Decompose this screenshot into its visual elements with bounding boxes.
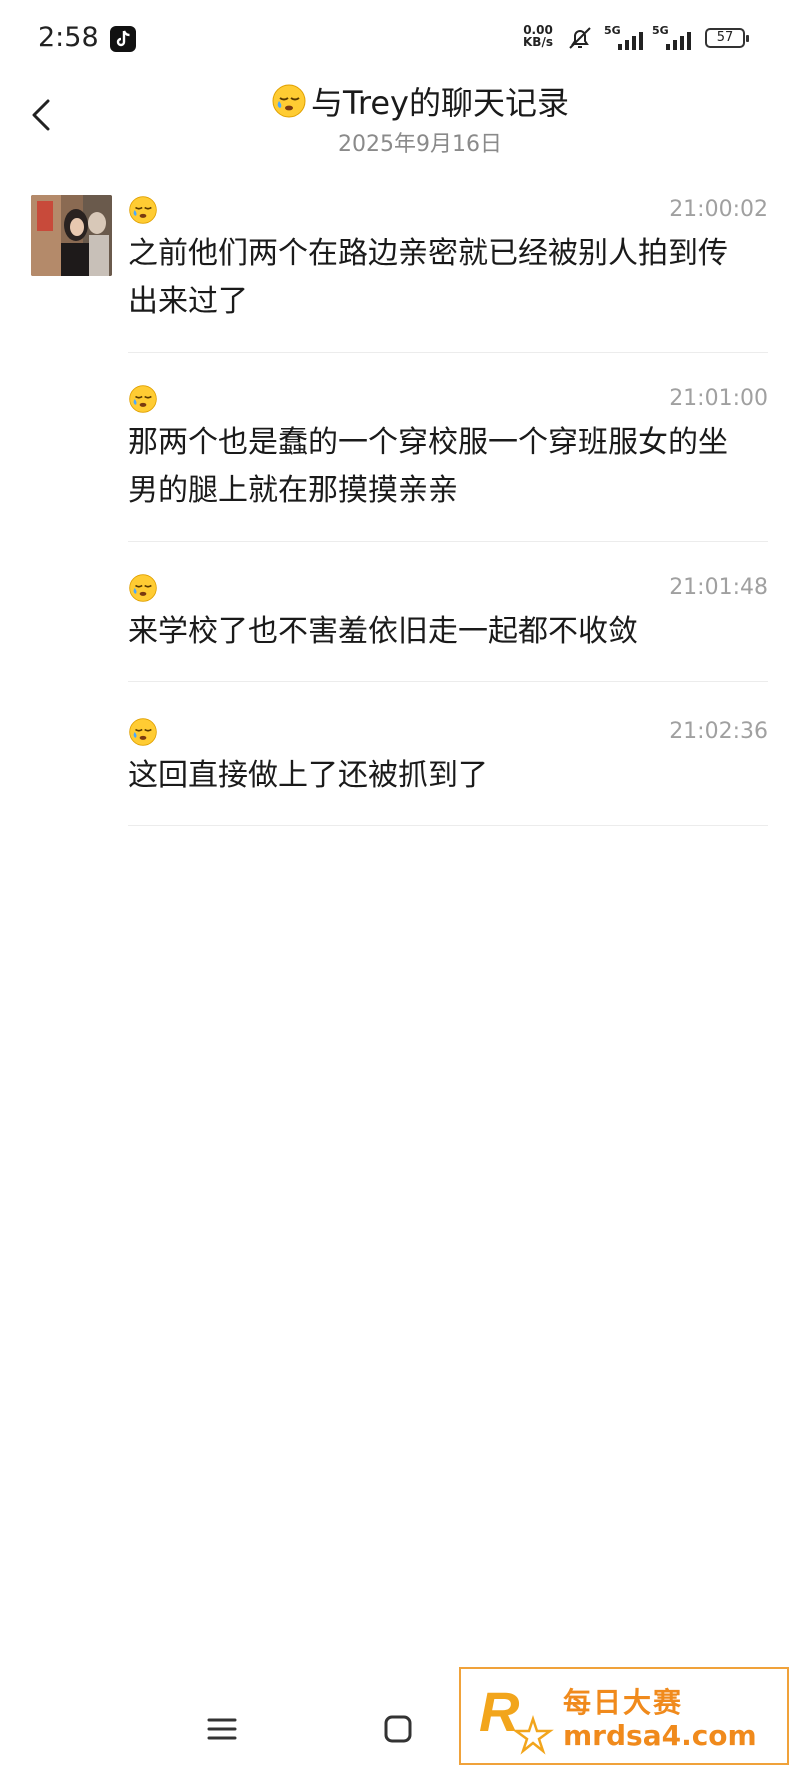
home-button[interactable] [381, 1712, 415, 1750]
message-item[interactable]: 21:01:00 那两个也是蠢的一个穿校服一个穿班服女的坐男的腿上就在那摸摸亲亲 [128, 384, 768, 514]
chat-date: 2025年9月16日 [338, 132, 502, 157]
message-time: 21:01:48 [669, 575, 768, 600]
tiktok-icon [110, 26, 136, 52]
network-speed-unit: KB/s [523, 35, 553, 49]
divider [128, 825, 768, 826]
divider [128, 681, 768, 682]
home-icon [384, 1715, 412, 1743]
watermark-url: mrdsa4.com [563, 1719, 757, 1752]
watermark-title: 每日大赛 [563, 1686, 684, 1719]
svg-text:R: R [479, 1680, 520, 1743]
message-item[interactable]: 21:01:48 来学校了也不害羞依旧走一起都不收敛 [128, 573, 768, 663]
message-text: 这回直接做上了还被抓到了 [128, 758, 488, 793]
avatar[interactable] [31, 195, 112, 276]
bell-off-icon [566, 24, 594, 56]
sleepy-face-emoji-icon [129, 196, 157, 224]
menu-button[interactable] [205, 1712, 239, 1750]
sleepy-face-emoji-icon [272, 84, 306, 118]
battery-indicator: 57 [705, 28, 749, 48]
message-time: 21:02:36 [669, 719, 768, 744]
message-text: 之前他们两个在路边亲密就已经被别人拍到传出来过了 [128, 236, 728, 319]
message-time: 21:01:00 [669, 386, 768, 411]
message-text: 那两个也是蠢的一个穿校服一个穿班服女的坐男的腿上就在那摸摸亲亲 [128, 425, 728, 508]
message-item[interactable]: 21:02:36 这回直接做上了还被抓到了 [128, 717, 768, 807]
sleepy-face-emoji-icon [129, 574, 157, 602]
menu-icon [207, 1718, 237, 1740]
message-text: 来学校了也不害羞依旧走一起都不收敛 [128, 614, 638, 649]
message-item[interactable]: 21:00:02 之前他们两个在路边亲密就已经被别人拍到传出来过了 [128, 195, 768, 325]
watermark-logo: R [479, 1680, 554, 1755]
sleepy-face-emoji-icon [129, 385, 157, 413]
divider [128, 541, 768, 542]
signal-bars-icon [666, 32, 691, 50]
header: 与Trey的聊天记录 [0, 78, 800, 124]
sleepy-face-emoji-icon [129, 718, 157, 746]
divider [128, 352, 768, 353]
network-speed: 0.00 KB/s [523, 24, 553, 48]
watermark: R 每日大赛 mrdsa4.com [459, 1667, 789, 1765]
status-time: 2:58 [38, 22, 99, 53]
message-time: 21:00:02 [669, 197, 768, 222]
signal-bars-icon [618, 32, 643, 50]
avatar-image [31, 195, 112, 276]
status-bar: 2:58 0.00 KB/s 5G 5G 57 [0, 0, 800, 70]
page-title: 与Trey的聊天记录 [311, 84, 569, 122]
